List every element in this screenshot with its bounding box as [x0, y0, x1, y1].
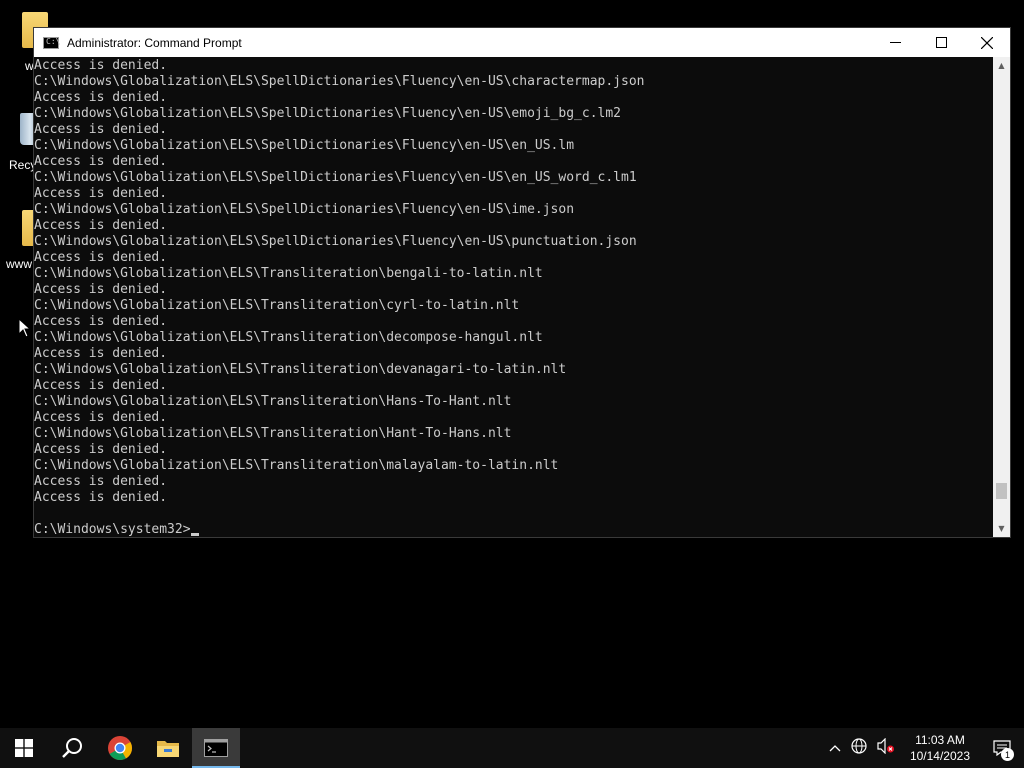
network-button[interactable] — [846, 738, 872, 758]
mouse-pointer-icon — [18, 318, 32, 338]
volume-muted-icon — [877, 737, 894, 755]
console-line: Access is denied. — [34, 378, 168, 393]
chrome-icon — [108, 736, 132, 761]
taskbar-chrome[interactable] — [96, 728, 144, 768]
window-title: Administrator: Command Prompt — [67, 35, 242, 50]
console-line: Access is denied. — [34, 474, 168, 489]
close-button[interactable] — [964, 28, 1010, 57]
command-prompt-text: C:\Windows\system32> — [34, 522, 191, 537]
console-line: C:\Windows\Globalization\ELS\SpellDictio… — [34, 106, 621, 121]
vertical-scrollbar[interactable]: ▲ ▼ — [993, 57, 1010, 537]
console-line: Access is denied. — [34, 410, 168, 425]
close-icon — [981, 36, 993, 49]
console-line: Access is denied. — [34, 490, 168, 505]
console-output[interactable]: Access is denied. C:\Windows\Globalizati… — [34, 57, 994, 538]
minimize-icon — [889, 42, 901, 43]
console-line: C:\Windows\Globalization\ELS\Translitera… — [34, 330, 543, 345]
title-bar[interactable]: C:\ Administrator: Command Prompt — [34, 28, 1010, 57]
notification-count-badge: 1 — [1001, 748, 1014, 761]
console-line: Access is denied. — [34, 58, 168, 73]
scroll-down-button[interactable]: ▼ — [993, 520, 1010, 537]
prompt-line[interactable]: C:\Windows\system32> — [34, 522, 994, 538]
network-globe-icon — [851, 738, 867, 754]
search-button[interactable] — [48, 728, 96, 768]
console-line: C:\Windows\Globalization\ELS\SpellDictio… — [34, 202, 575, 217]
clock-date: 10/14/2023 — [909, 749, 970, 763]
search-icon — [62, 738, 82, 758]
console-line: C:\Windows\Globalization\ELS\Translitera… — [34, 298, 520, 313]
maximize-icon — [935, 37, 947, 48]
console-line: Access is denied. — [34, 154, 168, 169]
clock[interactable]: 11:03 AM 10/14/2023 — [900, 732, 980, 764]
minimize-button[interactable] — [872, 28, 918, 57]
console-line: Access is denied. — [34, 314, 168, 329]
console-line: C:\Windows\Globalization\ELS\Translitera… — [34, 426, 512, 441]
taskbar-file-explorer[interactable] — [144, 728, 192, 768]
show-hidden-icons-button[interactable] — [824, 741, 846, 756]
clock-time: 11:03 AM — [915, 733, 965, 747]
console-line: C:\Windows\Globalization\ELS\SpellDictio… — [34, 170, 637, 185]
console-line: C:\Windows\Globalization\ELS\SpellDictio… — [34, 74, 645, 89]
console-line: Access is denied. — [34, 442, 168, 457]
console-line: C:\Windows\Globalization\ELS\SpellDictio… — [34, 234, 637, 249]
text-cursor — [190, 533, 199, 536]
file-explorer-icon — [157, 741, 179, 757]
console-line: C:\Windows\Globalization\ELS\Translitera… — [34, 458, 559, 473]
console-line: Access is denied. — [34, 186, 168, 201]
console-line: Access is denied. — [34, 218, 168, 233]
windows-start-icon — [15, 739, 33, 757]
console-line: C:\Windows\Globalization\ELS\Translitera… — [34, 362, 567, 377]
console-line: Access is denied. — [34, 122, 168, 137]
console-line: C:\Windows\Globalization\ELS\SpellDictio… — [34, 138, 575, 153]
command-prompt-window[interactable]: C:\ Administrator: Command Prompt Access… — [33, 27, 1011, 538]
command-prompt-icon — [204, 739, 228, 757]
console-line: Access is denied. — [34, 282, 168, 297]
action-center-button[interactable]: 1 — [980, 728, 1024, 768]
chevron-up-icon — [829, 744, 841, 751]
console-line: Access is denied. — [34, 346, 168, 361]
console-line: Access is denied. — [34, 250, 168, 265]
volume-button[interactable] — [872, 737, 900, 758]
maximize-button[interactable] — [918, 28, 964, 57]
desktop-icon-label: www — [6, 257, 32, 271]
scroll-thumb[interactable] — [996, 482, 1007, 499]
command-prompt-icon: C:\ — [43, 36, 60, 49]
system-tray: 11:03 AM 10/14/2023 1 — [824, 728, 1024, 768]
window-controls — [872, 28, 1010, 57]
scroll-up-button[interactable]: ▲ — [993, 57, 1010, 74]
console-line: C:\Windows\Globalization\ELS\Translitera… — [34, 266, 543, 281]
console-line: Access is denied. — [34, 90, 168, 105]
console-line: C:\Windows\Globalization\ELS\Translitera… — [34, 394, 512, 409]
taskbar-command-prompt[interactable] — [192, 728, 240, 768]
taskbar: 11:03 AM 10/14/2023 1 — [0, 728, 1024, 768]
start-button[interactable] — [0, 728, 48, 768]
